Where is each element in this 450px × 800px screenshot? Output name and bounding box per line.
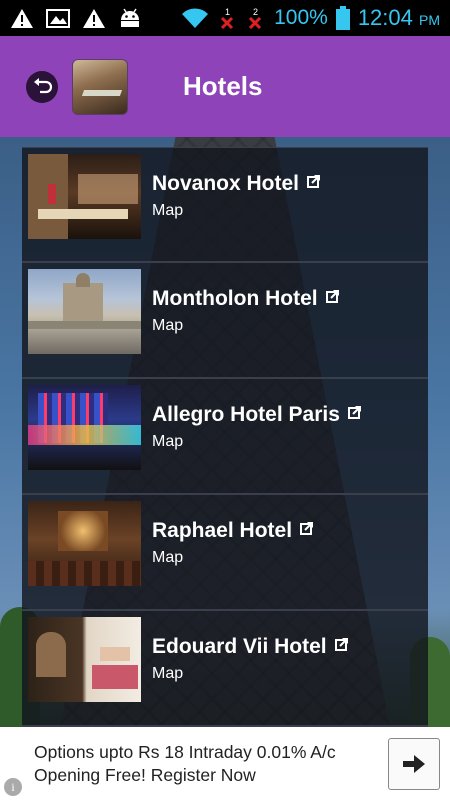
map-link[interactable]: Map bbox=[152, 665, 349, 683]
external-link-icon[interactable] bbox=[347, 405, 362, 419]
hotel-name[interactable]: Allegro Hotel Paris bbox=[152, 403, 340, 427]
external-link-icon[interactable] bbox=[334, 637, 349, 651]
hotel-thumbnail[interactable] bbox=[28, 269, 141, 354]
android-icon bbox=[121, 8, 139, 27]
wifi-icon bbox=[182, 8, 209, 28]
external-link-icon[interactable] bbox=[300, 521, 314, 535]
map-link[interactable]: Map bbox=[152, 317, 340, 335]
content-area: Novanox Hotel Map Montholon Hotel Map Al… bbox=[0, 137, 450, 727]
map-link[interactable]: Map bbox=[152, 433, 362, 451]
list-item[interactable]: Montholon Hotel Map bbox=[22, 263, 428, 379]
external-link-icon[interactable] bbox=[325, 289, 340, 303]
hotel-thumbnail[interactable] bbox=[28, 154, 141, 239]
clock: 12:04 PM bbox=[358, 5, 440, 31]
hotel-thumbnail[interactable] bbox=[28, 617, 141, 702]
hotel-list: Novanox Hotel Map Montholon Hotel Map Al… bbox=[22, 147, 428, 727]
svg-text:2: 2 bbox=[253, 7, 258, 17]
map-link[interactable]: Map bbox=[152, 202, 321, 220]
external-link-icon[interactable] bbox=[307, 174, 321, 188]
signal-1-icon: 1 bbox=[221, 7, 234, 30]
map-link[interactable]: Map bbox=[152, 549, 314, 567]
warning-icon bbox=[83, 9, 105, 28]
hotel-name[interactable]: Edouard Vii Hotel bbox=[152, 635, 327, 659]
back-arrow-icon bbox=[34, 77, 53, 93]
ad-line-1: Options upto Rs 18 Intraday 0.01% A/c bbox=[34, 741, 336, 762]
clock-suffix: PM bbox=[419, 12, 440, 28]
clock-time: 12:04 bbox=[357, 5, 413, 30]
app-logo-image bbox=[72, 58, 128, 115]
status-bar: 1 2 100% 12:04 PM bbox=[0, 0, 450, 36]
ad-arrow-button[interactable] bbox=[388, 738, 440, 790]
list-item[interactable]: Edouard Vii Hotel Map bbox=[22, 611, 428, 727]
image-icon bbox=[46, 9, 70, 28]
list-item[interactable]: Novanox Hotel Map bbox=[22, 147, 428, 263]
ad-line-2: Opening Free! Register Now bbox=[34, 764, 256, 785]
list-item[interactable]: Raphael Hotel Map bbox=[22, 495, 428, 611]
ad-info-icon[interactable]: i bbox=[4, 778, 22, 796]
hotel-name[interactable]: Raphael Hotel bbox=[152, 519, 292, 543]
battery-percent: 100% bbox=[274, 6, 328, 29]
ad-text[interactable]: Options upto Rs 18 Intraday 0.01% A/c Op… bbox=[34, 741, 374, 787]
svg-text:1: 1 bbox=[225, 7, 230, 17]
warning-icon bbox=[11, 9, 33, 28]
back-button[interactable] bbox=[26, 70, 58, 103]
signal-2-icon: 2 bbox=[249, 7, 262, 30]
battery-icon bbox=[335, 6, 350, 30]
hotel-thumbnail[interactable] bbox=[28, 385, 141, 470]
app-header: Hotels bbox=[0, 36, 450, 137]
hotel-name[interactable]: Novanox Hotel bbox=[152, 172, 299, 196]
hotel-thumbnail[interactable] bbox=[28, 501, 141, 586]
list-item[interactable]: Allegro Hotel Paris Map bbox=[22, 379, 428, 495]
hotel-name[interactable]: Montholon Hotel bbox=[152, 287, 318, 311]
page-title: Hotels bbox=[183, 71, 263, 101]
ad-banner[interactable]: Options upto Rs 18 Intraday 0.01% A/c Op… bbox=[0, 727, 450, 800]
arrow-right-icon bbox=[403, 755, 425, 773]
